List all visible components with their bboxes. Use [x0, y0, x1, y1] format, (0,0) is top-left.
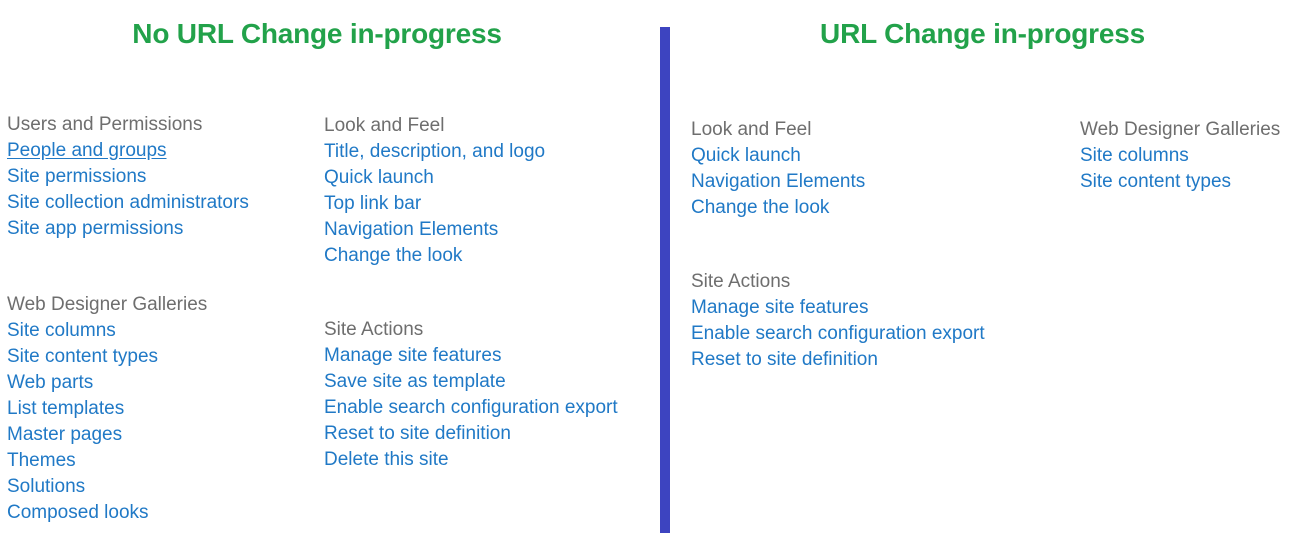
group-heading: Site Actions [324, 319, 424, 340]
list-item: Enable search configuration export [691, 321, 1080, 347]
vertical-divider-bar [660, 27, 670, 533]
panel-left-column-2: Look and Feel Title, description, and log… [324, 112, 654, 473]
settings-link-themes[interactable]: Themes [7, 448, 76, 474]
comparison-canvas: No URL Change in-progress Users and Perm… [0, 0, 1309, 533]
settings-link-master-pages[interactable]: Master pages [7, 422, 122, 448]
panel-left-columns: Users and Permissions People and groups Si… [0, 112, 660, 526]
panel-right-column-2: Web Designer Galleries Site columns Site c… [1080, 112, 1309, 195]
panel-right-column-1: Look and Feel Quick launch Navigation Elem… [691, 112, 1080, 373]
settings-link-people-and-groups[interactable]: People and groups [7, 138, 167, 164]
group-link-list: Quick launch Navigation Elements Change th… [691, 143, 1080, 221]
settings-link-reset-to-site-definition[interactable]: Reset to site definition [324, 421, 511, 447]
panel-right-columns: Look and Feel Quick launch Navigation Elem… [670, 112, 1309, 373]
group-link-list: Manage site features Enable search config… [691, 295, 1080, 373]
list-item: List templates [7, 396, 324, 422]
panel-left-column-1: Users and Permissions People and groups Si… [7, 112, 324, 526]
settings-link-site-content-types[interactable]: Site content types [1080, 169, 1231, 195]
list-item: Change the look [691, 195, 1080, 221]
settings-link-site-content-types[interactable]: Site content types [7, 344, 158, 370]
settings-link-site-collection-administrators[interactable]: Site collection administrators [7, 190, 249, 216]
list-item: Site content types [7, 344, 324, 370]
list-item: Delete this site [324, 447, 654, 473]
settings-link-quick-launch[interactable]: Quick launch [691, 143, 801, 169]
group-link-list: Manage site features Save site as templat… [324, 343, 654, 473]
list-item: Site content types [1080, 169, 1309, 195]
settings-group-web-designer-galleries: Web Designer Galleries Site columns Site c… [7, 292, 324, 526]
settings-link-web-parts[interactable]: Web parts [7, 370, 93, 396]
settings-group-web-designer-galleries: Web Designer Galleries Site columns Site c… [1080, 117, 1309, 195]
list-item: Save site as template [324, 369, 654, 395]
list-item: Master pages [7, 422, 324, 448]
settings-link-composed-looks[interactable]: Composed looks [7, 500, 149, 526]
list-item: Enable search configuration export [324, 395, 654, 421]
group-link-list: Title, description, and logo Quick launch… [324, 139, 654, 269]
settings-link-title-description-and-logo[interactable]: Title, description, and logo [324, 139, 545, 165]
group-heading: Look and Feel [691, 119, 812, 140]
panel-url-change: URL Change in-progress Look and Feel Quic… [670, 0, 1309, 533]
list-item: Quick launch [324, 165, 654, 191]
group-heading: Site Actions [691, 271, 791, 292]
settings-link-save-site-as-template[interactable]: Save site as template [324, 369, 506, 395]
list-item: Site collection administrators [7, 190, 324, 216]
settings-link-change-the-look[interactable]: Change the look [691, 195, 829, 221]
list-item: Manage site features [324, 343, 654, 369]
panel-no-url-change: No URL Change in-progress Users and Perm… [0, 0, 660, 533]
settings-link-enable-search-configuration-export[interactable]: Enable search configuration export [324, 395, 618, 421]
settings-link-solutions[interactable]: Solutions [7, 474, 85, 500]
settings-link-reset-to-site-definition[interactable]: Reset to site definition [691, 347, 878, 373]
list-item: Solutions [7, 474, 324, 500]
panel-left-heading: No URL Change in-progress [132, 18, 502, 49]
group-link-list: Site columns Site content types [1080, 143, 1309, 195]
list-item: Reset to site definition [691, 347, 1080, 373]
settings-group-look-and-feel: Look and Feel Title, description, and log… [324, 113, 654, 269]
settings-link-manage-site-features[interactable]: Manage site features [324, 343, 501, 369]
settings-link-navigation-elements[interactable]: Navigation Elements [691, 169, 865, 195]
panel-right-heading: URL Change in-progress [820, 18, 1145, 49]
list-item: Reset to site definition [324, 421, 654, 447]
settings-link-manage-site-features[interactable]: Manage site features [691, 295, 868, 321]
settings-link-delete-this-site[interactable]: Delete this site [324, 447, 449, 473]
settings-link-site-permissions[interactable]: Site permissions [7, 164, 146, 190]
settings-group-users-and-permissions: Users and Permissions People and groups Si… [7, 112, 324, 242]
list-item: Navigation Elements [324, 217, 654, 243]
list-item: Top link bar [324, 191, 654, 217]
group-link-list: People and groups Site permissions Site co… [7, 138, 324, 242]
settings-link-change-the-look[interactable]: Change the look [324, 243, 462, 269]
group-heading: Web Designer Galleries [1080, 119, 1281, 140]
group-heading: Look and Feel [324, 115, 445, 136]
settings-link-site-columns[interactable]: Site columns [1080, 143, 1189, 169]
list-item: Navigation Elements [691, 169, 1080, 195]
list-item: Site columns [1080, 143, 1309, 169]
settings-group-look-and-feel: Look and Feel Quick launch Navigation Elem… [691, 117, 1080, 221]
list-item: Site app permissions [7, 216, 324, 242]
settings-link-top-link-bar[interactable]: Top link bar [324, 191, 421, 217]
settings-group-site-actions: Site Actions Manage site features Save sit… [324, 317, 654, 473]
list-item: Composed looks [7, 500, 324, 526]
group-link-list: Site columns Site content types Web parts L… [7, 318, 324, 526]
group-heading: Users and Permissions [7, 114, 203, 135]
list-item: Site columns [7, 318, 324, 344]
list-item: Site permissions [7, 164, 324, 190]
list-item: Quick launch [691, 143, 1080, 169]
list-item: People and groups [7, 138, 324, 164]
settings-group-site-actions: Site Actions Manage site features Enable s… [691, 269, 1080, 373]
list-item: Themes [7, 448, 324, 474]
list-item: Manage site features [691, 295, 1080, 321]
list-item: Change the look [324, 243, 654, 269]
settings-link-list-templates[interactable]: List templates [7, 396, 124, 422]
group-heading: Web Designer Galleries [7, 294, 208, 315]
list-item: Title, description, and logo [324, 139, 654, 165]
settings-link-site-columns[interactable]: Site columns [7, 318, 116, 344]
settings-link-navigation-elements[interactable]: Navigation Elements [324, 217, 498, 243]
settings-link-enable-search-configuration-export[interactable]: Enable search configuration export [691, 321, 985, 347]
settings-link-site-app-permissions[interactable]: Site app permissions [7, 216, 183, 242]
list-item: Web parts [7, 370, 324, 396]
settings-link-quick-launch[interactable]: Quick launch [324, 165, 434, 191]
